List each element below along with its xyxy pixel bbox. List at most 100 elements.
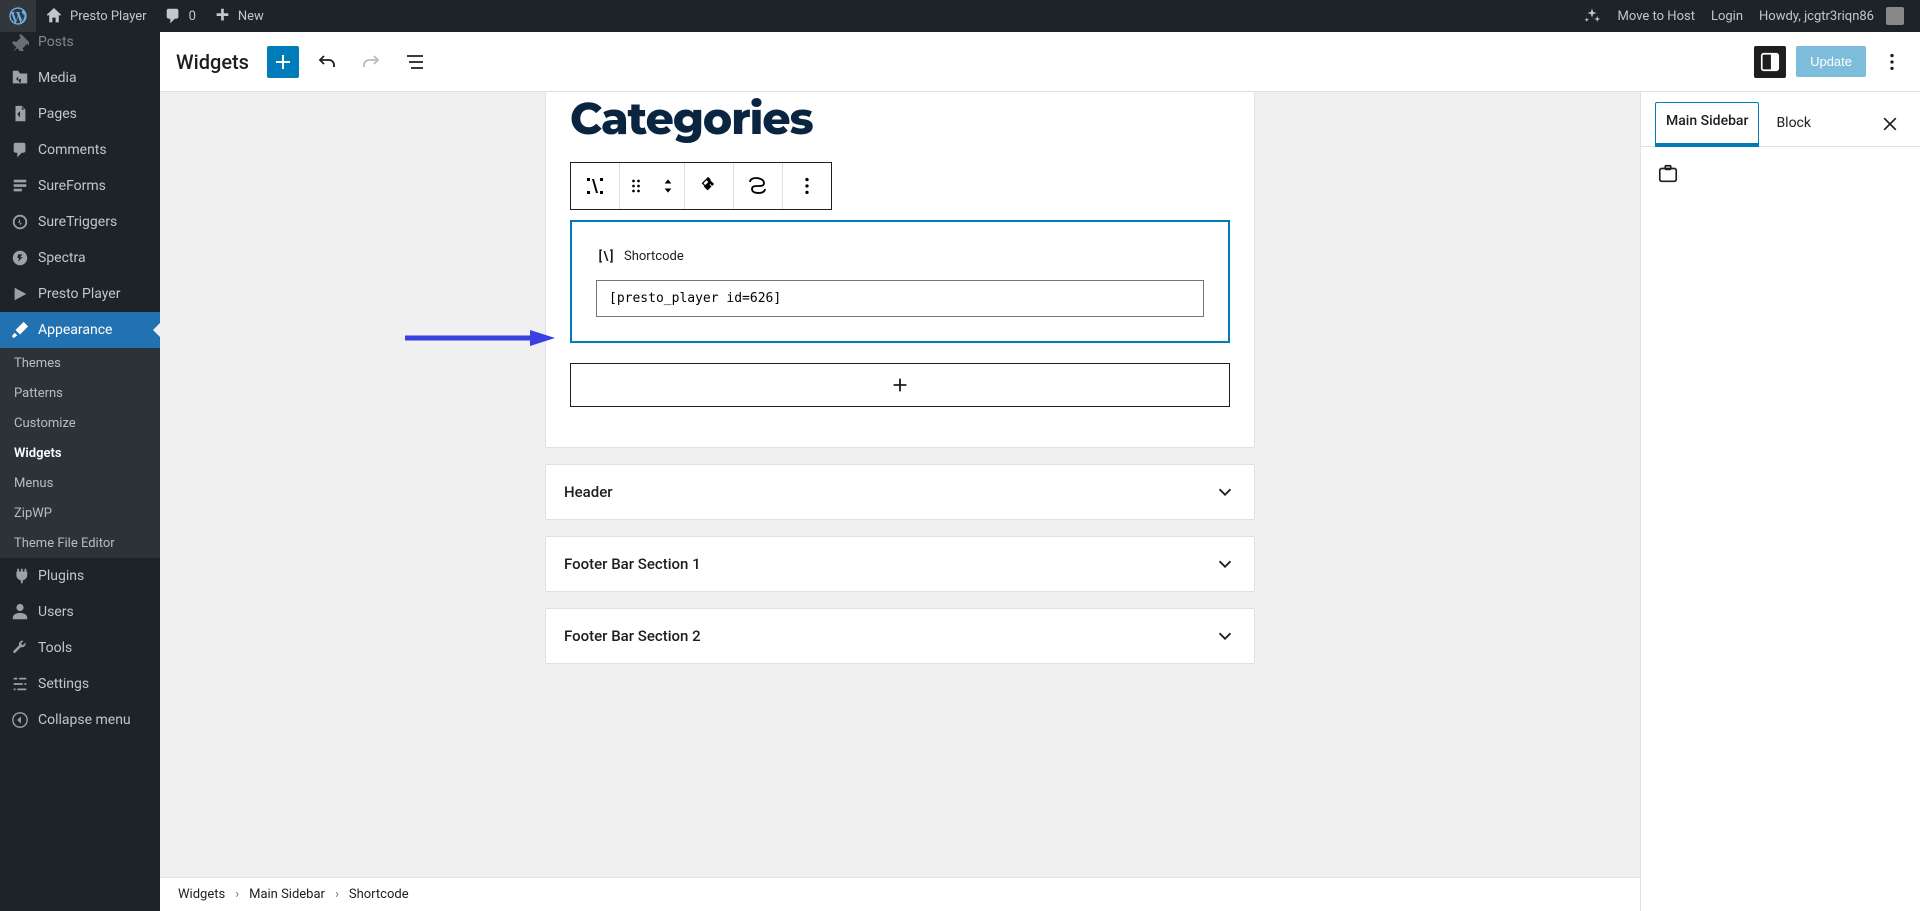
sidebar-item-label: SureTriggers (38, 214, 117, 230)
widget-area-footer-1[interactable]: Footer Bar Section 1 (545, 536, 1255, 592)
chevron-right-icon: › (335, 887, 339, 902)
sidebar-item-posts[interactable]: Posts (0, 32, 160, 60)
admin-bar-right: Move to Host Login Howdy, jcgtr3riqn86 (1574, 0, 1912, 32)
sidebar-item-presto[interactable]: Presto Player (0, 276, 160, 312)
move-to-widget-area-button[interactable] (685, 163, 733, 209)
breadcrumb-item[interactable]: Main Sidebar (249, 887, 325, 902)
submenu-theme-file-editor[interactable]: Theme File Editor (0, 528, 160, 558)
collapse-menu-button[interactable]: Collapse menu (0, 702, 160, 738)
widget-area-footer-2[interactable]: Footer Bar Section 2 (545, 608, 1255, 664)
undo-button[interactable] (311, 46, 343, 78)
sidebar-item-label: Posts (38, 34, 74, 50)
tab-main-sidebar[interactable]: Main Sidebar (1655, 102, 1759, 147)
widget-area-header[interactable]: Header (545, 464, 1255, 520)
ai-sparkle-menu[interactable] (1574, 0, 1610, 32)
annotation-arrow-icon (405, 328, 555, 348)
drag-handle-button[interactable] (620, 163, 652, 209)
sidebar-item-users[interactable]: Users (0, 594, 160, 630)
sidebar-item-spectra[interactable]: Spectra (0, 240, 160, 276)
admin-bar-left: Presto Player 0 New (0, 0, 272, 32)
submenu-customize[interactable]: Customize (0, 408, 160, 438)
tab-block[interactable]: Block (1765, 104, 1822, 145)
settings-toggle-button[interactable] (1754, 46, 1786, 78)
add-block-button[interactable] (267, 46, 299, 78)
spectra-icon (10, 248, 30, 268)
comments-count: 0 (189, 9, 196, 24)
block-toolbar (570, 162, 832, 210)
pages-icon (10, 104, 30, 124)
shortcode-block-header: Shortcode (596, 246, 1204, 266)
admin-sidebar: Posts Media Pages Comments SureForms Sur… (0, 32, 160, 911)
sidebar-item-appearance[interactable]: Appearance (0, 312, 160, 348)
submenu-themes[interactable]: Themes (0, 348, 160, 378)
widget-area-icon (1657, 163, 1904, 185)
comment-icon (10, 140, 30, 160)
sidebar-item-tools[interactable]: Tools (0, 630, 160, 666)
block-type-button[interactable] (571, 163, 619, 209)
redo-button[interactable] (355, 46, 387, 78)
sidebar-item-label: Spectra (38, 250, 86, 266)
sidebar-item-label: Plugins (38, 568, 84, 584)
area-label: Footer Bar Section 2 (564, 627, 701, 645)
transform-button[interactable] (734, 163, 782, 209)
submenu-patterns[interactable]: Patterns (0, 378, 160, 408)
settings-tabs: Main Sidebar Block (1641, 92, 1920, 147)
shortcode-block[interactable]: Shortcode (570, 220, 1230, 343)
canvas-scroll-area[interactable]: Categories (160, 92, 1640, 911)
new-content-menu[interactable]: New (204, 0, 272, 32)
sidebar-item-sureforms[interactable]: SureForms (0, 168, 160, 204)
media-icon (10, 68, 30, 88)
move-up-down-button[interactable] (652, 163, 684, 209)
trigger-icon (10, 212, 30, 232)
sidebar-item-suretriggers[interactable]: SureTriggers (0, 204, 160, 240)
close-icon (1880, 114, 1900, 134)
area-label: Header (564, 483, 613, 501)
breadcrumb-item[interactable]: Widgets (178, 887, 225, 902)
editor-topbar: Widgets Update (160, 32, 1920, 92)
chevron-down-icon (1214, 553, 1236, 575)
sidebar-item-label: Collapse menu (38, 712, 131, 728)
plugin-icon (10, 566, 30, 586)
plus-icon (212, 6, 232, 26)
sliders-icon (10, 674, 30, 694)
submenu-zipwp[interactable]: ZipWP (0, 498, 160, 528)
sidebar-item-label: Presto Player (38, 286, 120, 302)
sidebar-item-label: Media (38, 70, 77, 86)
sparkle-icon (1582, 6, 1602, 26)
sidebar-item-media[interactable]: Media (0, 60, 160, 96)
sidebar-item-label: Comments (38, 142, 107, 158)
block-more-options-button[interactable] (783, 163, 831, 209)
shortcode-label: Shortcode (624, 249, 684, 264)
new-label: New (238, 9, 264, 24)
sidebar-item-pages[interactable]: Pages (0, 96, 160, 132)
widget-area-main-sidebar: Categories (545, 92, 1255, 448)
list-view-button[interactable] (399, 46, 431, 78)
more-options-button[interactable] (1876, 46, 1908, 78)
chevron-down-icon (1214, 481, 1236, 503)
wp-logo-menu[interactable] (0, 0, 36, 32)
settings-body (1641, 147, 1920, 201)
site-name-menu[interactable]: Presto Player (36, 0, 155, 32)
page-title: Widgets (176, 50, 249, 74)
wordpress-logo-icon (8, 6, 28, 26)
block-appender[interactable] (570, 363, 1230, 407)
comments-menu[interactable]: 0 (155, 0, 204, 32)
submenu-widgets[interactable]: Widgets (0, 438, 160, 468)
breadcrumb-item: Shortcode (349, 887, 409, 902)
my-account-menu[interactable]: Howdy, jcgtr3riqn86 (1751, 0, 1912, 32)
shortcode-icon (596, 246, 616, 266)
site-name: Presto Player (70, 9, 147, 24)
sidebar-item-settings[interactable]: Settings (0, 666, 160, 702)
sidebar-item-label: Users (38, 604, 74, 620)
shortcode-input[interactable] (596, 280, 1204, 317)
sidebar-item-comments[interactable]: Comments (0, 132, 160, 168)
sidebar-item-plugins[interactable]: Plugins (0, 558, 160, 594)
play-icon (10, 284, 30, 304)
update-button[interactable]: Update (1796, 46, 1866, 77)
close-settings-button[interactable] (1874, 110, 1906, 138)
sidebar-item-label: Settings (38, 676, 89, 692)
move-to-host-link[interactable]: Move to Host (1610, 0, 1703, 32)
login-link[interactable]: Login (1703, 0, 1751, 32)
submenu-menus[interactable]: Menus (0, 468, 160, 498)
topbar-right: Update (1754, 46, 1908, 78)
